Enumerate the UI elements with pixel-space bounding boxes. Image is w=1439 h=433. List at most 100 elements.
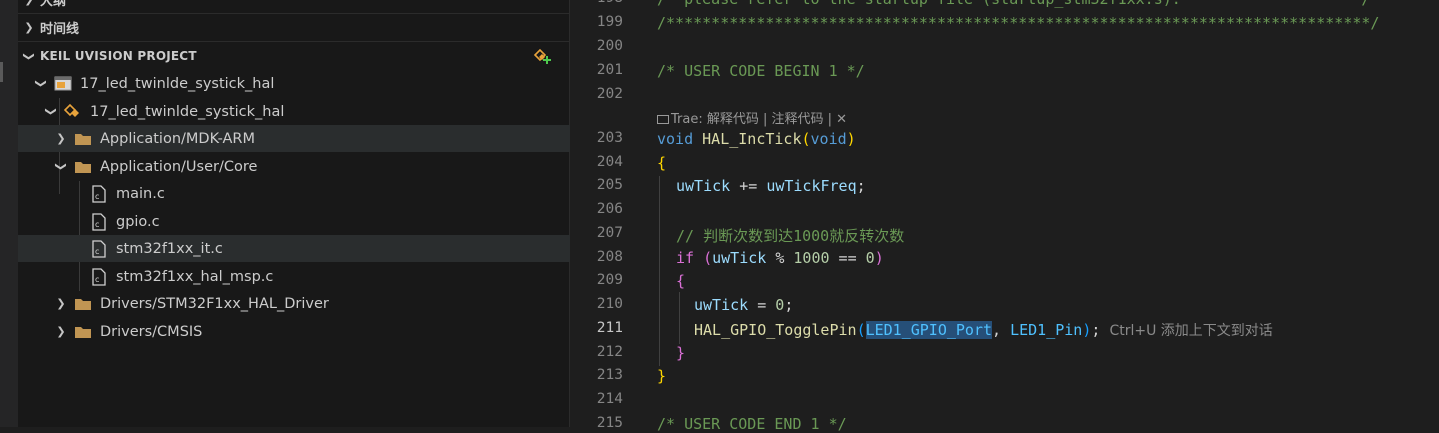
operator: %: [766, 249, 794, 267]
line-number: 207: [596, 225, 623, 241]
code-line-211: HAL_GPIO_TogglePin(LED1_GPIO_Port, LED1_…: [694, 321, 1273, 339]
tree-item-file-hal-msp[interactable]: c stm32f1xx_hal_msp.c: [18, 263, 641, 290]
chevron-down-icon: ❯: [22, 51, 36, 61]
project-section-header[interactable]: ❯ KEIL UVISION PROJECT: [18, 42, 569, 70]
operator: =: [748, 296, 776, 314]
variable: uwTickFreq: [766, 177, 857, 195]
line-number: 199: [596, 14, 623, 30]
explorer-sidebar: ❯ 大纲 ❯ 时间线 ❯ KEIL UVISION PROJECT ❯ 17_l…: [18, 0, 641, 427]
tree-item-label: 17_led_twinlde_systick_hal: [80, 75, 275, 92]
c-file-icon: c: [90, 184, 108, 203]
keyword: void: [810, 130, 847, 148]
code-line-207: // 判断次数到达1000就反转次数: [676, 227, 905, 245]
tree-item-file-gpio[interactable]: c gpio.c: [18, 208, 641, 235]
line-number: 206: [596, 201, 623, 217]
line-number: 204: [596, 154, 623, 170]
chevron-right-icon: ❯: [18, 0, 40, 6]
svg-text:c: c: [95, 275, 99, 284]
tree-item-file-main[interactable]: c main.c: [18, 180, 641, 207]
tree-item-target[interactable]: ❯ 17_led_twinlde_systick_hal: [18, 98, 595, 125]
line-number: 202: [596, 86, 623, 102]
chevron-down-icon: ❯: [34, 78, 48, 89]
code-line-203: void HAL_IncTick(void): [657, 130, 856, 148]
chevron-right-icon: ❯: [24, 21, 34, 34]
tree-item-label: gpio.c: [116, 213, 160, 230]
code-line-209: {: [676, 272, 686, 290]
tree-item-project[interactable]: ❯ 17_led_twinlde_systick_hal: [18, 70, 585, 97]
c-file-icon: c: [90, 239, 108, 258]
chevron-down-icon: ❯: [44, 106, 58, 117]
line-number-current: 211: [596, 320, 623, 336]
tree-item-file-it[interactable]: c stm32f1xx_it.c: [18, 235, 641, 262]
target-icon: [63, 103, 82, 121]
tree-item-folder-hal-driver[interactable]: ❯ Drivers/STM32F1xx_HAL_Driver: [18, 290, 605, 317]
function-name: HAL_GPIO_TogglePin: [694, 321, 857, 339]
activity-bar-indicator: [0, 62, 3, 82]
line-number: 201: [596, 62, 623, 78]
line-number: 209: [596, 272, 623, 288]
outline-section-label: 大纲: [40, 0, 67, 9]
keyword: if: [676, 249, 695, 267]
code-line-198: /* please refer to the startup file (sta…: [657, 0, 1370, 8]
code-line-205: uwTick += uwTickFreq;: [676, 177, 866, 195]
tree-item-label: stm32f1xx_it.c: [116, 240, 223, 257]
selected-text: LED1_GPIO_Port: [865, 321, 993, 339]
chevron-down-icon: ❯: [54, 161, 68, 172]
variable: uwTick: [712, 249, 767, 267]
operator: +=: [730, 177, 767, 195]
line-number: 205: [596, 177, 623, 193]
folder-icon: [74, 295, 92, 313]
timeline-section-label: 时间线: [40, 22, 80, 37]
outline-section-header[interactable]: ❯ 大纲: [18, 0, 569, 14]
line-number: 210: [596, 296, 623, 312]
tree-item-folder-cmsis[interactable]: ❯ Drivers/CMSIS: [18, 318, 605, 345]
tree-item-label: Drivers/CMSIS: [100, 323, 203, 340]
tree-item-folder-mdk-arm[interactable]: ❯ Application/MDK-ARM: [18, 125, 605, 152]
code-line-204: {: [657, 154, 667, 172]
line-number: 213: [596, 367, 623, 383]
indent-guide: [659, 176, 660, 366]
macro: LED1_Pin: [1010, 321, 1083, 339]
line-number: 208: [596, 249, 623, 265]
tree-item-label: Drivers/STM32F1xx_HAL_Driver: [100, 295, 329, 312]
c-file-icon: c: [90, 267, 108, 286]
function-name: HAL_IncTick: [702, 130, 802, 148]
code-line-208: if (uwTick % 1000 == 0): [676, 249, 884, 267]
indent-guide: [679, 292, 680, 344]
code-line-212: }: [676, 344, 686, 362]
punctuation: ;: [856, 177, 866, 195]
timeline-section-header[interactable]: ❯ 时间线: [18, 14, 569, 42]
line-number: 214: [596, 391, 623, 407]
codelens-icon: [657, 115, 669, 124]
code-line-210: uwTick = 0;: [694, 296, 794, 314]
line-number: 200: [596, 38, 623, 54]
code-line-201: /* USER CODE BEGIN 1 */: [657, 62, 865, 80]
keyword: void: [657, 130, 694, 148]
tree-item-folder-user-core[interactable]: ❯ Application/User/Core: [18, 153, 605, 180]
project-section-title: KEIL UVISION PROJECT: [40, 49, 197, 63]
variable: uwTick: [694, 296, 749, 314]
folder-icon: [74, 158, 92, 176]
tree-item-label: Application/MDK-ARM: [100, 130, 255, 147]
chevron-right-icon: ❯: [56, 297, 66, 310]
inline-hint: Ctrl+U 添加上下文到对话: [1109, 323, 1273, 339]
add-project-icon[interactable]: [533, 47, 553, 65]
code-editor[interactable]: 198 199 200 201 202 203 204 205 206 207 …: [570, 0, 1439, 433]
number: 0: [865, 249, 875, 267]
line-number: 215: [596, 415, 623, 431]
folder-icon: [74, 323, 92, 341]
code-line-199: /***************************************…: [657, 14, 1380, 32]
chevron-right-icon: ❯: [56, 325, 66, 338]
folder-icon: [74, 130, 92, 148]
line-number: 203: [596, 130, 623, 146]
code-line-215: /* USER CODE END 1 */: [657, 415, 847, 433]
tree-item-label: stm32f1xx_hal_msp.c: [116, 268, 274, 285]
project-window-icon: [54, 75, 72, 93]
line-number: 198: [570, 0, 623, 6]
tree-item-label: Application/User/Core: [100, 158, 258, 175]
codelens-text[interactable]: Trae: 解释代码 | 注释代码 | ✕: [671, 112, 847, 127]
codelens-actions[interactable]: Trae: 解释代码 | 注释代码 | ✕: [657, 108, 847, 127]
line-number: 212: [596, 344, 623, 360]
number: 1000: [793, 249, 830, 267]
number: 0: [775, 296, 785, 314]
